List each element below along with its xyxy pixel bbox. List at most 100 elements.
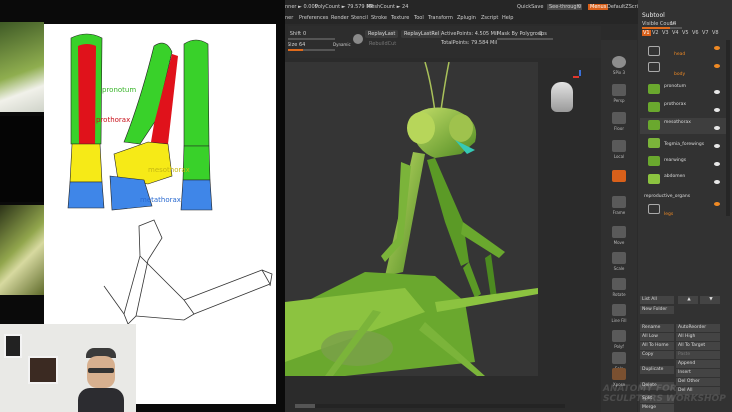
axis-gizmo[interactable] xyxy=(573,70,587,84)
menu-transform[interactable]: Transform xyxy=(428,15,453,21)
mantis-photo-4 xyxy=(0,298,44,324)
size-value: 64 xyxy=(299,42,306,48)
menu-stroke[interactable]: Stroke xyxy=(371,15,387,21)
xpose-icon[interactable] xyxy=(612,368,626,380)
insert-button[interactable]: Insert xyxy=(676,369,720,377)
shelf-rotate: Rotate xyxy=(612,292,626,297)
xyz-icon[interactable] xyxy=(612,170,626,182)
mesh-thumbnail xyxy=(648,120,660,130)
all-to-target-button[interactable]: All To Target xyxy=(676,342,720,350)
tab-v8[interactable]: V8 xyxy=(712,30,719,36)
active-points: ActivePoints: 4.505 Mil xyxy=(441,31,498,37)
new-folder-button[interactable]: New Folder xyxy=(640,306,674,314)
move-icon[interactable] xyxy=(612,226,626,238)
arrow-down-icon[interactable]: ▼ xyxy=(700,296,720,304)
stat-spinner: nner ► 0.009 xyxy=(285,4,318,10)
frame-icon[interactable] xyxy=(612,196,626,208)
menu-stencil[interactable]: Stencil xyxy=(351,15,368,21)
persp-icon[interactable] xyxy=(612,84,626,96)
menu-tool[interactable]: Tool xyxy=(414,15,424,21)
eye-icon[interactable] xyxy=(714,64,720,68)
shelf-persp: Persp xyxy=(613,98,625,103)
solo-icon[interactable] xyxy=(612,352,626,364)
eye-icon[interactable] xyxy=(714,144,720,148)
menu-help[interactable]: Help xyxy=(502,15,513,21)
dynamic-button[interactable]: Dynamic xyxy=(333,42,351,47)
eye-icon[interactable] xyxy=(714,202,720,206)
tab-v3[interactable]: V3 xyxy=(662,30,669,36)
replay-last-button[interactable]: ReplayLast xyxy=(365,30,399,38)
scale-icon[interactable] xyxy=(612,252,626,264)
copy-button[interactable]: Copy xyxy=(640,351,674,359)
watermark: ANATOMY FOR SCULPTORS WORKSHOP xyxy=(603,384,726,404)
head-gizmo[interactable] xyxy=(551,82,573,112)
list-all-button[interactable]: List All xyxy=(640,296,674,304)
tab-v1[interactable]: V1 xyxy=(642,30,651,36)
mantis-photo-1 xyxy=(0,22,44,112)
menu-preferences[interactable]: Preferences xyxy=(299,15,328,21)
all-high-button[interactable]: All High xyxy=(676,333,720,341)
subtool-title[interactable]: Subtool xyxy=(642,12,665,19)
mask-slider[interactable] xyxy=(497,38,553,40)
shelf-line-fill: Line Fill xyxy=(611,318,627,323)
folder-icon xyxy=(648,204,660,214)
mesh-thumbnail xyxy=(648,156,660,166)
lateral-thorax-drawing xyxy=(109,42,178,211)
bottom-scrubber[interactable] xyxy=(295,404,565,408)
mesh-thumbnail xyxy=(648,138,660,148)
auto-reorder-button[interactable]: AutoReorder xyxy=(676,324,720,332)
wall-frame-1 xyxy=(4,334,22,358)
menu-bar: nner ► 0.009 PolyCount ► 79.579 MP MeshC… xyxy=(285,0,643,24)
size-slider[interactable] xyxy=(285,49,335,51)
spix-icon[interactable] xyxy=(612,56,626,68)
duplicate-button[interactable]: Duplicate xyxy=(640,366,674,374)
3d-viewport[interactable] xyxy=(285,62,538,376)
all-low-button[interactable]: All Low xyxy=(640,333,674,341)
leg-sketch xyxy=(103,219,273,325)
append-button[interactable]: Append xyxy=(676,360,720,368)
mantis-photo-3 xyxy=(0,205,44,295)
line-fill-icon[interactable] xyxy=(612,304,626,316)
arrow-up-icon[interactable]: ▲ xyxy=(678,296,698,304)
stat-polycount: PolyCount ► 79.579 MP xyxy=(315,4,374,10)
tab-v4[interactable]: V4 xyxy=(672,30,679,36)
see-through-slider[interactable]: See-through xyxy=(547,4,582,10)
eye-icon[interactable] xyxy=(714,162,720,166)
subtool-scrollbar[interactable] xyxy=(726,40,730,216)
menu-zscript[interactable]: Zscript xyxy=(481,15,498,21)
mesh-thumbnail xyxy=(648,102,660,112)
quicksave-button[interactable]: QuickSave xyxy=(517,4,543,10)
rename-button[interactable]: Rename xyxy=(640,324,674,332)
replay-last-rel-button[interactable]: ReplayLastRel xyxy=(401,30,443,38)
menus-button[interactable]: Menus xyxy=(588,4,609,10)
label-pronotum: pronotum xyxy=(102,86,137,94)
menu-zplugin[interactable]: Zplugin xyxy=(457,15,476,21)
rebuild-cut-button[interactable]: RebuildCut xyxy=(369,41,396,47)
tab-v5[interactable]: V5 xyxy=(682,30,689,36)
visible-count-slider[interactable] xyxy=(642,27,682,29)
floor-icon[interactable] xyxy=(612,112,626,124)
webcam-feed xyxy=(0,324,136,412)
shift-slider[interactable] xyxy=(285,38,335,40)
eye-icon[interactable] xyxy=(714,46,720,50)
tab-v7[interactable]: V7 xyxy=(702,30,709,36)
eye-icon[interactable] xyxy=(714,126,720,130)
folder-icon xyxy=(648,46,660,56)
person xyxy=(78,348,124,412)
menu-render[interactable]: Render xyxy=(331,15,349,21)
tab-v6[interactable]: V6 xyxy=(692,30,699,36)
menu-ner[interactable]: ner xyxy=(285,15,293,21)
local-icon[interactable] xyxy=(612,140,626,152)
tab-v2[interactable]: V2 xyxy=(652,30,659,36)
eye-icon[interactable] xyxy=(714,108,720,112)
polyf-icon[interactable] xyxy=(612,330,626,342)
rotate-icon[interactable] xyxy=(612,278,626,290)
label-mesothorax: mesothorax xyxy=(148,166,190,174)
all-to-home-button[interactable]: All To Home xyxy=(640,342,674,350)
polygroup-icon[interactable] xyxy=(353,34,363,44)
eye-icon[interactable] xyxy=(714,180,720,184)
eye-icon[interactable] xyxy=(714,90,720,94)
menu-texture[interactable]: Texture xyxy=(391,15,409,21)
merge-button[interactable]: Merge xyxy=(640,404,674,412)
paste-button[interactable]: Paste xyxy=(676,351,720,359)
